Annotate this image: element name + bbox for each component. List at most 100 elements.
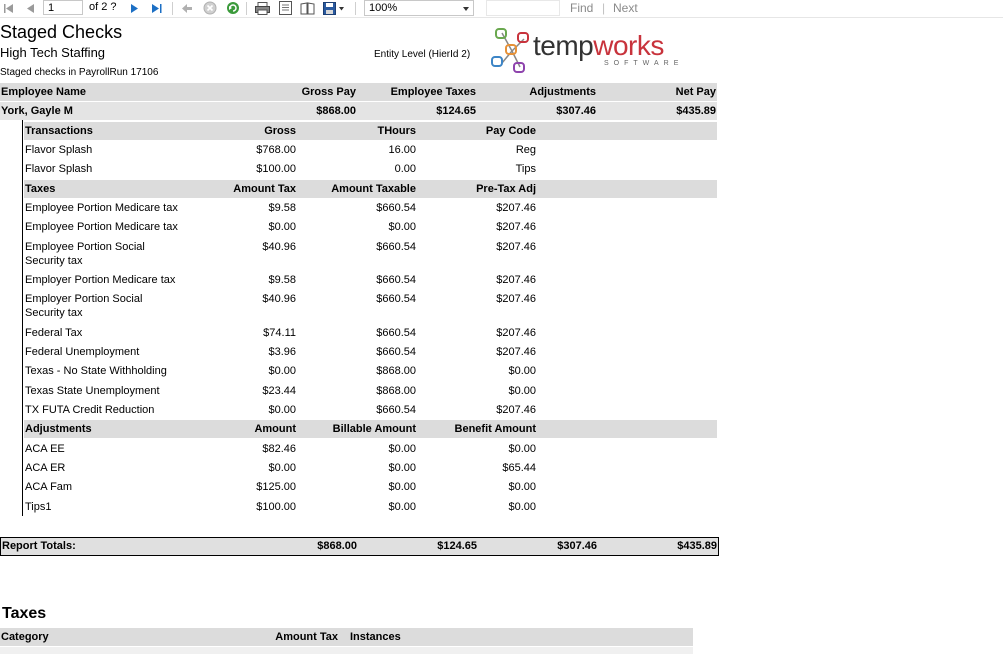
tax-taxable: $660.54	[376, 293, 416, 305]
refresh-icon[interactable]	[225, 1, 241, 15]
col-transactions: Transactions	[25, 125, 93, 137]
toolbar-separator	[172, 2, 173, 15]
stop-icon[interactable]	[202, 1, 218, 15]
previous-page-icon[interactable]	[24, 1, 36, 15]
employee-taxes: $124.65	[436, 105, 476, 117]
tax-pretax-adj: $207.46	[496, 241, 536, 253]
table-row: Employer Portion Medicare tax $9.58 $660…	[24, 271, 717, 289]
employee-net-pay: $435.89	[676, 105, 716, 117]
toolbar-separator	[246, 2, 247, 15]
tax-taxable: $660.54	[376, 346, 416, 358]
employee-row[interactable]: York, Gayle M $868.00 $124.65 $307.46 $4…	[0, 102, 717, 120]
page-setup-icon[interactable]	[299, 1, 315, 15]
table-row: Employee Portion Medicare tax $9.58 $660…	[24, 199, 717, 217]
page-count-label: of 2 ?	[89, 1, 117, 13]
transaction-pay-code: Reg	[515, 144, 536, 156]
tax-pretax-adj: $0.00	[508, 385, 536, 397]
report-viewer-toolbar: 1 of 2 ? 100% Find | Next	[0, 0, 1003, 18]
tax-pretax-adj: $207.46	[496, 221, 536, 233]
tax-amount: $9.58	[268, 274, 296, 286]
table-row: Employer Portion Social Security tax $40…	[24, 290, 717, 322]
col-taxes: Taxes	[25, 183, 56, 195]
back-to-parent-icon[interactable]	[180, 1, 194, 15]
next-page-icon[interactable]	[128, 1, 140, 15]
col-billable-amount: Billable Amount	[332, 423, 416, 435]
adjustment-name: ACA Fam	[25, 481, 73, 493]
col-pay-code: Pay Code	[485, 125, 536, 137]
adjustment-name: Tips1	[25, 501, 52, 513]
tax-taxable: $0.00	[388, 221, 416, 233]
table-row: Flavor Splash $100.00 0.00 Tips	[24, 160, 717, 178]
tax-pretax-adj: $207.46	[496, 293, 536, 305]
first-page-icon[interactable]	[2, 1, 14, 15]
tax-taxable: $868.00	[376, 365, 416, 377]
col-gross-pay: Gross Pay	[301, 86, 356, 98]
logo-figure-icon	[491, 28, 529, 73]
taxes-summary-header-row: Category Amount Tax Instances	[0, 628, 693, 646]
table-row: Texas State Unemployment $23.44 $868.00 …	[24, 382, 717, 400]
totals-label: Report Totals:	[2, 540, 76, 552]
export-icon[interactable]	[322, 1, 346, 15]
col-pretax-adj: Pre-Tax Adj	[476, 183, 536, 195]
employee-name: York, Gayle M	[1, 105, 73, 117]
adjustment-benefit: $0.00	[508, 481, 536, 493]
find-text-input[interactable]	[486, 0, 560, 16]
tax-name: Employer Portion Medicare tax	[25, 274, 176, 286]
tax-pretax-adj: $207.46	[496, 346, 536, 358]
find-next-separator: |	[602, 1, 606, 15]
tax-pretax-adj: $207.46	[496, 404, 536, 416]
last-page-icon[interactable]	[150, 1, 164, 15]
adjustment-name: ACA EE	[25, 443, 65, 455]
logo-word-works: works	[593, 30, 664, 61]
tax-name: Employee Portion Medicare tax	[25, 221, 178, 233]
adjustment-name: ACA ER	[25, 462, 66, 474]
tax-amount: $0.00	[268, 404, 296, 416]
adjustment-billable: $0.00	[388, 481, 416, 493]
tax-name: Employer Portion Social Security tax	[25, 293, 143, 319]
page-number-input[interactable]: 1	[43, 0, 83, 15]
adjustment-amount: $82.46	[262, 443, 296, 455]
totals-net-pay: $435.89	[677, 540, 717, 552]
tax-name: Federal Tax	[25, 327, 83, 339]
taxes-section-title: Taxes	[2, 605, 47, 622]
tax-amount: $23.44	[262, 385, 296, 397]
tax-pretax-adj: $207.46	[496, 202, 536, 214]
tax-taxable: $660.54	[376, 241, 416, 253]
col-category: Category	[1, 631, 49, 643]
zoom-value: 100%	[369, 2, 398, 14]
adjustment-amount: $125.00	[256, 481, 296, 493]
tax-pretax-adj: $207.46	[496, 327, 536, 339]
table-row: ACA Fam $125.00 $0.00 $0.00	[24, 478, 717, 496]
col-thours: THours	[377, 125, 417, 137]
col-employee-taxes: Employee Taxes	[390, 86, 476, 98]
totals-gross-pay: $868.00	[317, 540, 357, 552]
next-link[interactable]: Next	[613, 1, 638, 15]
transaction-name: Flavor Splash	[25, 163, 93, 175]
print-icon[interactable]	[254, 1, 270, 15]
tax-amount: $3.96	[268, 346, 296, 358]
tempworks-logo: tempworks SOFTWARE	[488, 27, 688, 75]
col-employee-name: Employee Name	[1, 86, 86, 98]
table-row: Flavor Splash $768.00 16.00 Reg	[24, 141, 717, 159]
table-row: Texas - No State Withholding $0.00 $868.…	[24, 362, 717, 380]
table-row: Employee Portion Medicare tax $0.00 $0.0…	[24, 218, 717, 236]
employee-gross-pay: $868.00	[316, 105, 356, 117]
logo-word-temp: temp	[533, 30, 594, 61]
tax-name: Employee Portion Social Security tax	[25, 241, 145, 267]
transaction-gross: $768.00	[256, 144, 296, 156]
adjustment-benefit: $65.44	[502, 462, 536, 474]
col-net-pay: Net Pay	[675, 86, 716, 98]
adjustment-benefit: $0.00	[508, 443, 536, 455]
tax-amount: $9.58	[268, 202, 296, 214]
transaction-hours: 16.00	[388, 144, 416, 156]
zoom-select[interactable]: 100%	[364, 0, 474, 16]
detail-indent-line	[22, 120, 23, 516]
adjustment-benefit: $0.00	[508, 501, 536, 513]
table-row: TX FUTA Credit Reduction $0.00 $660.54 $…	[24, 401, 717, 419]
print-layout-icon[interactable]	[277, 1, 293, 15]
col-instances: Instances	[350, 631, 401, 643]
find-link[interactable]: Find	[570, 1, 593, 15]
totals-employee-taxes: $124.65	[437, 540, 477, 552]
transaction-name: Flavor Splash	[25, 144, 93, 156]
col-adjustments: Adjustments	[529, 86, 596, 98]
